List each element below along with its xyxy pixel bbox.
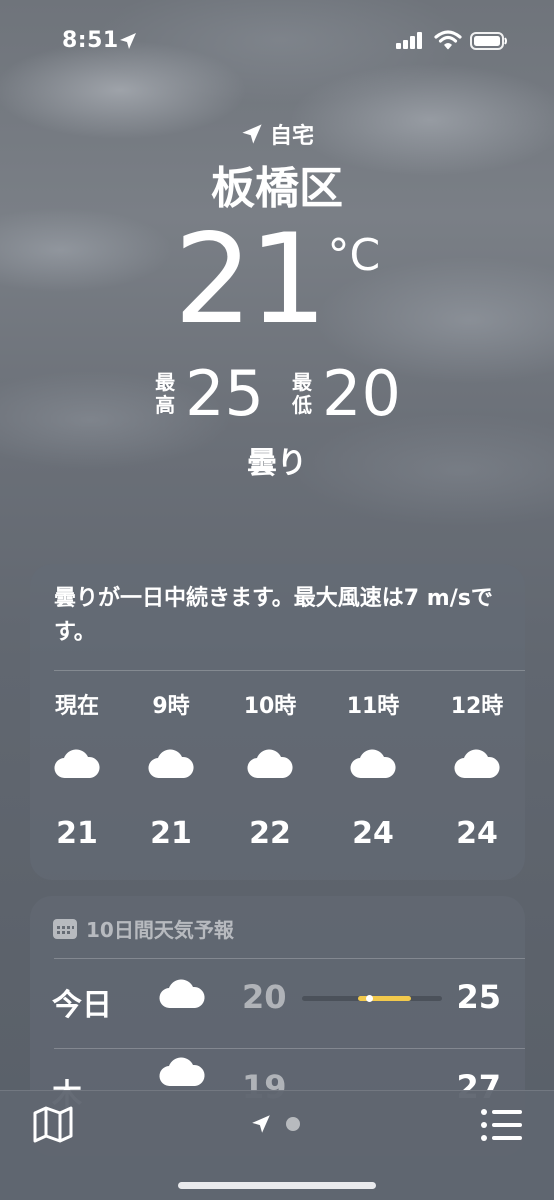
high-low: 最高 25 最低 20 — [0, 362, 554, 426]
location-tag: 自宅 — [0, 118, 554, 150]
day-name: 今日 — [52, 988, 112, 1023]
location-tag-label: 自宅 — [269, 124, 314, 149]
high-value: 25 — [185, 357, 264, 430]
hourly-forecast-card[interactable]: 曇りが一日中続きます。最大風速は7 m/sです。 現在 9時 10時 11時 1… — [30, 564, 525, 880]
wifi-icon — [434, 30, 462, 54]
cloud-icon — [126, 748, 216, 788]
cloud-icon — [328, 748, 418, 788]
day-low-temp: 20 — [242, 978, 287, 1016]
hour-label: 10時 — [243, 694, 297, 719]
ten-day-header: 10日間天気予報 — [52, 914, 234, 943]
page-dot-icon — [286, 1117, 300, 1131]
hour-temperature: 21 — [56, 816, 98, 851]
forecast-summary: 曇りが一日中続きます。最大風速は7 m/sです。 — [54, 586, 493, 645]
hour-temperature: 24 — [456, 816, 498, 851]
cloud-icon — [432, 748, 522, 788]
hour-label: 12時 — [450, 694, 504, 719]
low-value: 20 — [322, 357, 401, 430]
location-arrow-icon — [118, 31, 138, 55]
list-icon[interactable] — [480, 1107, 524, 1147]
cloud-icon — [225, 748, 315, 788]
cellular-signal-icon — [396, 31, 426, 53]
temperature-range-bar — [302, 995, 442, 1002]
hour-temperature: 22 — [249, 816, 291, 851]
page-indicator[interactable] — [250, 1113, 300, 1135]
location-arrow-icon — [252, 1115, 270, 1133]
location-arrow-icon — [242, 124, 262, 144]
current-temperature: 21 °C — [0, 218, 554, 342]
map-icon[interactable] — [32, 1105, 74, 1147]
home-indicator[interactable] — [178, 1182, 376, 1189]
hour-temperature: 24 — [352, 816, 394, 851]
cloud-icon — [32, 748, 122, 788]
day-high-temp: 25 — [456, 978, 501, 1016]
status-time: 8:51 — [62, 28, 119, 53]
high-label: 最高 — [155, 370, 176, 417]
hour-label: 9時 — [152, 694, 190, 719]
cloud-icon — [158, 978, 206, 1014]
hour-temperature: 21 — [150, 816, 192, 851]
divider — [54, 670, 525, 671]
temperature-unit: °C — [327, 230, 381, 281]
temperature-value: 21 — [173, 208, 328, 352]
calendar-icon — [53, 918, 77, 939]
hour-label: 現在 — [54, 694, 99, 719]
hour-label: 11時 — [346, 694, 400, 719]
city-name: 板橋区 — [211, 163, 343, 214]
condition-text: 曇り — [247, 446, 307, 481]
battery-icon — [470, 31, 508, 55]
ten-day-title: 10日間天気予報 — [86, 918, 234, 942]
low-label: 最低 — [292, 370, 312, 417]
day-row-today[interactable]: 今日 20 25 — [30, 958, 525, 1048]
cloud-icon — [158, 1056, 206, 1092]
